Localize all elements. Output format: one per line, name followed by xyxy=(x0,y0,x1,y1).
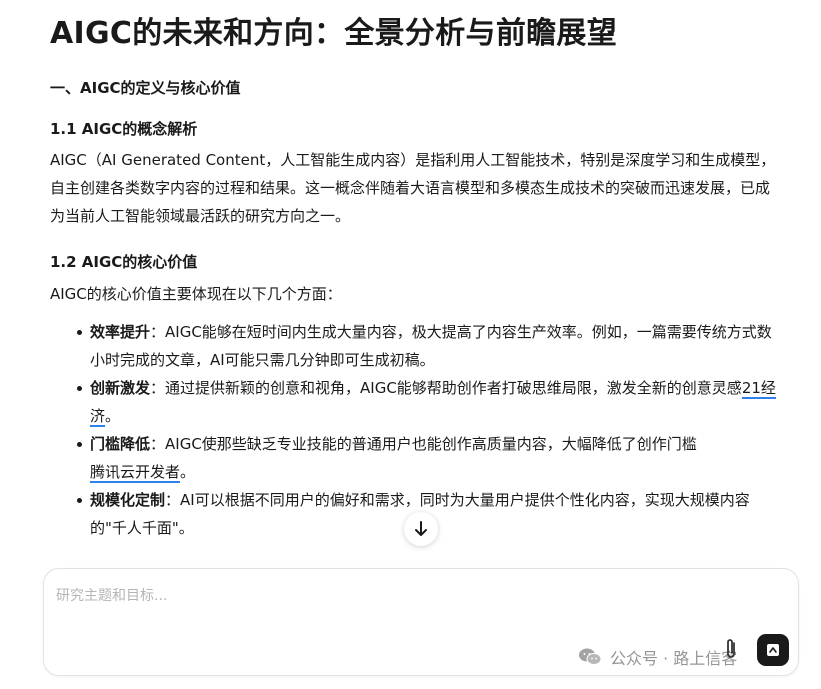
watermark: 公众号 · 路上信客 xyxy=(578,643,737,671)
bullet-dot xyxy=(77,442,82,447)
send-icon xyxy=(767,644,779,656)
concept-paragraph: AIGC（AI Generated Content，人工智能生成内容）是指利用人… xyxy=(50,151,776,225)
list-item: 门槛降低：AIGC使那些缺乏专业技能的普通用户也能创作高质量内容，大幅降低了创作… xyxy=(77,430,777,486)
subsection-heading-1-1: 1.1 AIGC的概念解析 xyxy=(50,120,198,138)
paperclip-icon xyxy=(727,639,735,658)
section-heading: 一、AIGC的定义与核心价值 xyxy=(50,79,241,97)
bullet-dot xyxy=(77,498,82,503)
value-list: 效率提升：AIGC能够在短时间内生成大量内容，极大提高了内容生产效率。例如，一篇… xyxy=(77,318,777,542)
research-topic-input[interactable] xyxy=(56,585,756,625)
bullet-term: 门槛降低 xyxy=(90,435,151,453)
subsection-heading-1-2: 1.2 AIGC的核心价值 xyxy=(50,253,198,271)
watermark-text: 公众号 · 路上信客 xyxy=(610,649,738,668)
value-intro: AIGC的核心价值主要体现在以下几个方面： xyxy=(50,285,342,303)
list-item: 创新激发：通过提供新颖的创意和视角，AIGC能够帮助创作者打破思维局限，激发全新… xyxy=(77,374,777,430)
wechat-icon xyxy=(579,648,602,665)
bullet-term: 创新激发 xyxy=(90,379,151,397)
bullet-term: 效率提升 xyxy=(90,323,151,341)
bullet-text: ：通过提供新颖的创意和视角，AIGC能够帮助创作者打破思维局限，激发全新的创意灵… xyxy=(150,379,742,397)
send-button[interactable] xyxy=(757,634,789,666)
scroll-down-button[interactable] xyxy=(404,512,438,546)
page-title: AIGC的未来和方向：全景分析与前瞻展望 xyxy=(50,16,618,51)
bullet-tail: 。 xyxy=(180,463,196,481)
bullet-text: ：AIGC能够在短时间内生成大量内容，极大提高了内容生产效率。例如，一篇需要传统… xyxy=(90,323,772,369)
bullet-text: ：AIGC使那些缺乏专业技能的普通用户也能创作高质量内容，大幅降低了创作门槛 xyxy=(150,435,697,453)
source-link[interactable]: 腾讯云开发者 xyxy=(90,463,181,483)
bullet-dot xyxy=(77,386,82,391)
bullet-dot xyxy=(77,330,82,335)
list-item: 效率提升：AIGC能够在短时间内生成大量内容，极大提高了内容生产效率。例如，一篇… xyxy=(77,318,777,374)
attach-button[interactable] xyxy=(720,636,742,662)
arrow-down-icon xyxy=(415,521,427,536)
bullet-tail: 。 xyxy=(105,407,121,425)
bullet-term: 规模化定制 xyxy=(90,491,166,509)
